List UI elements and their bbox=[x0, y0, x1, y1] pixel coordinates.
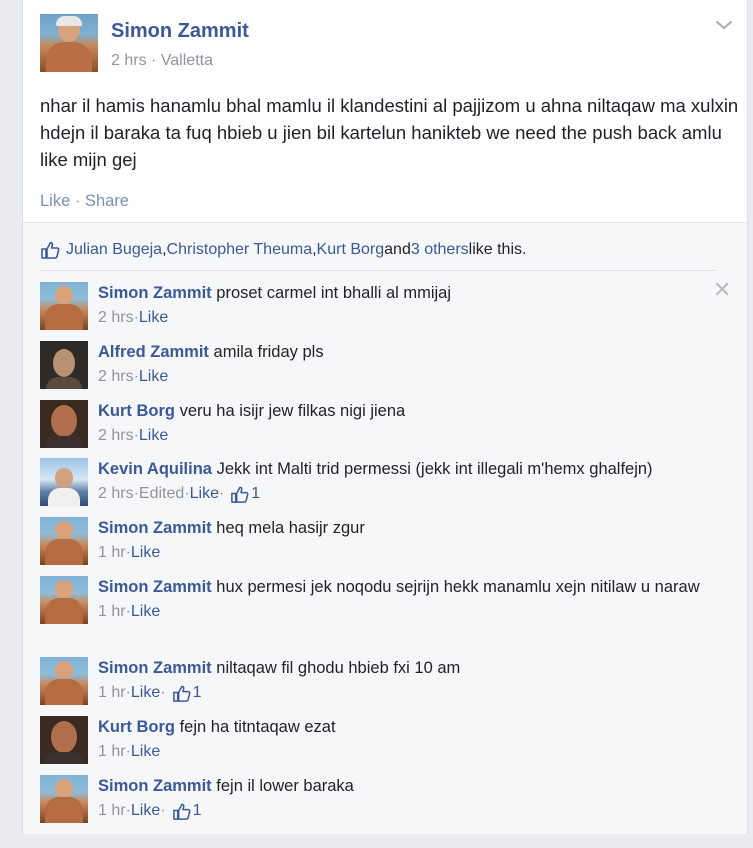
comment-like-button[interactable]: Like bbox=[131, 800, 160, 822]
comment-text: proset carmel int bhalli al mmijaj bbox=[216, 284, 452, 302]
share-button[interactable]: Share bbox=[85, 192, 129, 210]
commenter-avatar[interactable] bbox=[40, 716, 88, 764]
comment-time[interactable]: 1 hr bbox=[98, 682, 126, 704]
liker-christopher[interactable]: Christopher Theuma bbox=[167, 241, 313, 259]
comment-text: niltaqaw fil ghodu hbieb fxi 10 am bbox=[216, 659, 461, 677]
commenter-name[interactable]: Kevin Aquilina bbox=[98, 460, 212, 478]
comment-like-button[interactable]: Like bbox=[131, 542, 160, 564]
comment-time[interactable]: 1 hr bbox=[98, 741, 126, 763]
comment-meta: 2 hrs · Like bbox=[98, 307, 718, 329]
comment-meta: 1 hr · Like · 1 bbox=[98, 800, 718, 822]
comment-like-button[interactable]: Like bbox=[139, 425, 168, 447]
post-location[interactable]: Valletta bbox=[161, 52, 213, 69]
comment-time[interactable]: 1 hr bbox=[98, 601, 126, 623]
liker-kurt[interactable]: Kurt Borg bbox=[317, 241, 385, 259]
thumbs-up-icon bbox=[231, 486, 249, 503]
post-card: Simon Zammit 2 hrs · Valletta nhar il ha… bbox=[22, 0, 748, 834]
comment-text: hux permesi jek noqodu sejrijn hekk mana… bbox=[216, 578, 700, 596]
comment-time[interactable]: 2 hrs bbox=[98, 483, 134, 505]
comment-like-button[interactable]: Like bbox=[190, 483, 219, 505]
comment-time[interactable]: 2 hrs bbox=[98, 425, 134, 447]
commenter-avatar[interactable] bbox=[40, 657, 88, 705]
comment-meta: 1 hr · Like bbox=[98, 601, 718, 623]
comment-like-button[interactable]: Like bbox=[131, 601, 160, 623]
commenter-avatar[interactable] bbox=[40, 400, 88, 448]
thumbs-up-icon bbox=[172, 803, 191, 820]
comment-body: Simon Zammit heq mela hasijr zgur 1 hr · … bbox=[98, 517, 718, 564]
commenter-name[interactable]: Kurt Borg bbox=[98, 402, 175, 420]
chevron-down-icon[interactable] bbox=[713, 14, 735, 36]
comment-time[interactable]: 2 hrs bbox=[98, 366, 134, 388]
comments-section: Julian Bugeja, Christopher Theuma, Kurt … bbox=[23, 223, 747, 834]
comment-like-button[interactable]: Like bbox=[139, 307, 168, 329]
comment-text: veru ha isijr jew filkas nigi jiena bbox=[179, 402, 406, 420]
comment-like-count[interactable]: 1 bbox=[193, 682, 202, 704]
commenter-name[interactable]: Simon Zammit bbox=[98, 578, 212, 596]
comment-body: Alfred Zammit amila friday pls 2 hrs · Li… bbox=[98, 341, 718, 388]
comment-body: Kurt Borg fejn ha titntaqaw ezat 1 hr · L… bbox=[98, 716, 718, 763]
commenter-name[interactable]: Simon Zammit bbox=[98, 777, 212, 795]
comment-like-button[interactable]: Like bbox=[139, 366, 168, 388]
comment-meta: 2 hrs · Edited · Like · 1 bbox=[98, 483, 718, 505]
commenter-avatar[interactable] bbox=[40, 775, 88, 823]
comment-meta: 1 hr · Like · 1 bbox=[98, 682, 718, 704]
comment-text: fejn ha titntaqaw ezat bbox=[179, 718, 336, 736]
commenter-avatar[interactable] bbox=[40, 458, 88, 506]
comment-time[interactable]: 2 hrs bbox=[98, 307, 134, 329]
commenter-name[interactable]: Simon Zammit bbox=[98, 519, 212, 537]
comment-like-count[interactable]: 1 bbox=[251, 483, 260, 505]
comment-body: Kurt Borg veru ha isijr jew filkas nigi … bbox=[98, 400, 718, 447]
comment-body: Simon Zammit hux permesi jek noqodu sejr… bbox=[98, 576, 718, 623]
post-actions: Like · Share bbox=[40, 192, 129, 210]
likes-summary: Julian Bugeja, Christopher Theuma, Kurt … bbox=[40, 240, 526, 260]
comment-meta: 2 hrs · Like bbox=[98, 366, 718, 388]
comment-meta: 2 hrs · Like bbox=[98, 425, 718, 447]
comment-body: Kevin Aquilina Jekk int Malti trid perme… bbox=[98, 458, 718, 505]
comment-body: Simon Zammit niltaqaw fil ghodu hbieb fx… bbox=[98, 657, 718, 704]
like-button[interactable]: Like bbox=[40, 192, 70, 210]
post-meta: 2 hrs · Valletta bbox=[111, 52, 213, 69]
commenter-avatar[interactable] bbox=[40, 341, 88, 389]
thumbs-up-icon bbox=[172, 685, 191, 702]
post-text: nhar il hamis hanamlu bhal mamlu il klan… bbox=[40, 95, 739, 170]
comment-body: Simon Zammit fejn il lower baraka 1 hr · … bbox=[98, 775, 718, 822]
commenter-avatar[interactable] bbox=[40, 576, 88, 624]
comment-meta: 1 hr · Like bbox=[98, 542, 718, 564]
comment-text: Jekk int Malti trid permessi (jekk int i… bbox=[216, 460, 653, 478]
comment-body: Simon Zammit proset carmel int bhalli al… bbox=[98, 282, 718, 329]
post-time[interactable]: 2 hrs bbox=[111, 52, 147, 69]
thumbs-up-icon bbox=[41, 241, 60, 259]
commenter-name[interactable]: Kurt Borg bbox=[98, 718, 175, 736]
commenter-name[interactable]: Simon Zammit bbox=[98, 659, 212, 677]
commenter-name[interactable]: Alfred Zammit bbox=[98, 343, 209, 361]
comment-text: fejn il lower baraka bbox=[216, 777, 354, 795]
comment-time[interactable]: 1 hr bbox=[98, 800, 126, 822]
comment-text: amila friday pls bbox=[213, 343, 324, 361]
author-avatar[interactable] bbox=[40, 14, 98, 72]
commenter-name[interactable]: Simon Zammit bbox=[98, 284, 212, 302]
comment-like-button[interactable]: Like bbox=[131, 741, 160, 763]
comment-edited[interactable]: Edited bbox=[139, 483, 184, 505]
comment-time[interactable]: 1 hr bbox=[98, 542, 126, 564]
commenter-avatar[interactable] bbox=[40, 517, 88, 565]
comment-like-count[interactable]: 1 bbox=[193, 800, 202, 822]
comment-text: heq mela hasijr zgur bbox=[216, 519, 365, 537]
post-author-name[interactable]: Simon Zammit bbox=[111, 20, 249, 43]
liker-julian[interactable]: Julian Bugeja bbox=[66, 241, 162, 259]
likers-others-link[interactable]: 3 others bbox=[411, 241, 469, 259]
divider bbox=[40, 270, 716, 271]
comment-meta: 1 hr · Like bbox=[98, 741, 718, 763]
commenter-avatar[interactable] bbox=[40, 282, 88, 330]
comment-like-button[interactable]: Like bbox=[131, 682, 160, 704]
